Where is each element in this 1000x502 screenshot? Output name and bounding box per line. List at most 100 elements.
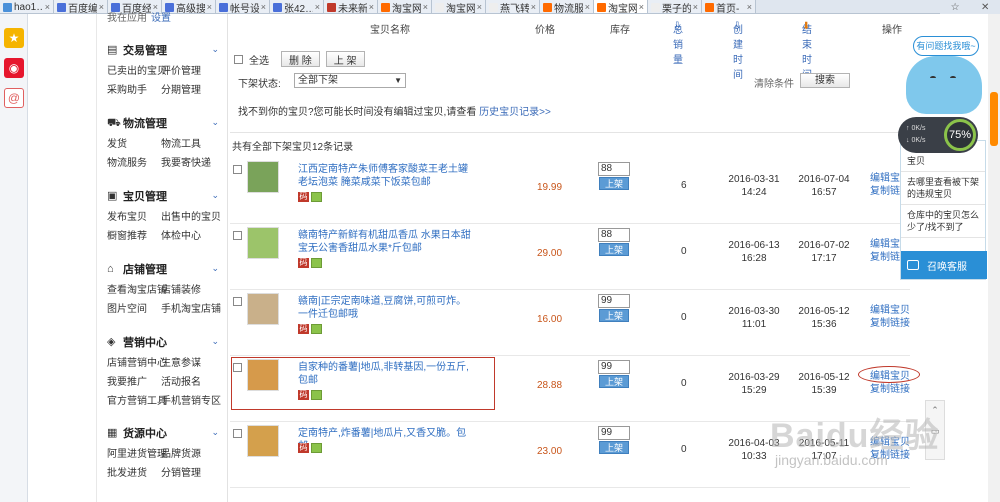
list-item-button[interactable]: 上架 (599, 243, 629, 256)
select-all-checkbox[interactable] (234, 54, 243, 64)
nav-link[interactable]: 体检中心 (161, 227, 231, 242)
nav-link[interactable]: 手机淘宝店铺 (161, 300, 231, 315)
nav-link[interactable]: 图片空间 (107, 300, 161, 315)
product-title[interactable]: 赣南特产新鲜有机甜瓜香瓜 水果日本甜宝无公害香甜瓜水果*斤包邮 (298, 229, 476, 255)
product-title[interactable]: 定南特产,炸番薯|地瓜片,又香又脆。包邮 (298, 427, 476, 453)
tab-close-icon[interactable]: × (531, 2, 536, 12)
tab-close-icon[interactable]: × (99, 2, 104, 12)
stock-input[interactable]: 88 (598, 228, 630, 242)
row-checkbox[interactable] (233, 165, 242, 174)
nav-link[interactable]: 评价管理 (161, 62, 231, 77)
browser-tab[interactable]: hao1…× (0, 0, 54, 13)
nav-link[interactable]: 批发进货 (107, 464, 161, 479)
code-badge-icon[interactable]: 码 (298, 324, 309, 334)
helper-bubble[interactable]: 有问题找我哦~ (913, 36, 979, 56)
nav-link[interactable]: 发布宝贝 (107, 208, 161, 223)
status-select[interactable]: 全部下架 ▼ (294, 73, 406, 88)
nav-link[interactable]: 分期管理 (161, 81, 231, 96)
browser-tab[interactable]: 帐号设 × (216, 0, 270, 13)
tab-close-icon[interactable]: × (315, 2, 320, 12)
nav-link[interactable]: 手机营销专区 (161, 392, 231, 407)
product-title[interactable]: 江西定南特产朱师傅客家酸菜王老土罐老坛泡菜 腌菜咸菜下饭菜包邮 (298, 163, 476, 189)
tab-close-icon[interactable]: × (639, 2, 644, 12)
tab-close-icon[interactable]: × (423, 2, 428, 12)
copy-link-link[interactable]: 复制链接 (870, 317, 930, 330)
nav-group-header[interactable]: ▦ 货源中心 ⌄ (97, 425, 229, 441)
nav-link[interactable]: 分销管理 (161, 464, 231, 479)
edit-badge-icon[interactable] (311, 192, 322, 202)
list-item-button[interactable]: 上架 (599, 441, 629, 454)
stock-input[interactable]: 88 (598, 162, 630, 176)
star-icon[interactable]: ☆ (951, 2, 960, 13)
clear-filter-link[interactable]: 清除条件 (754, 75, 794, 90)
product-thumbnail[interactable] (247, 227, 279, 259)
code-badge-icon[interactable]: 码 (298, 258, 309, 268)
nav-link[interactable]: 品牌货源 (161, 445, 231, 460)
edit-badge-icon[interactable] (311, 443, 322, 453)
nav-link[interactable]: 发货 (107, 135, 161, 150)
tab-close-icon[interactable]: × (45, 2, 50, 12)
nav-link[interactable]: 活动报名 (161, 373, 231, 388)
email-icon[interactable]: @ (4, 88, 24, 108)
nav-link[interactable]: 我要推广 (107, 373, 161, 388)
nav-link[interactable]: 生意参谋 (161, 354, 231, 369)
helper-question[interactable]: 去哪里查看被下架的违规宝贝 (901, 172, 985, 205)
browser-tab[interactable]: 张42… × (270, 0, 324, 13)
row-checkbox[interactable] (233, 429, 242, 438)
chevron-down-icon[interactable]: ⌄ (211, 427, 219, 438)
nav-link[interactable]: 物流服务 (107, 154, 161, 169)
nav-link[interactable]: 店铺装修 (161, 281, 231, 296)
helper-question[interactable]: 仓库中的宝贝怎么少了/找不到了 (901, 205, 985, 238)
helper-question[interactable]: 宝贝 (901, 151, 985, 172)
nav-link[interactable]: 查看淘宝店铺 (107, 281, 167, 296)
browser-tab[interactable]: 淘宝网 × (594, 0, 648, 13)
browser-tab[interactable]: 物流服 × (540, 0, 594, 13)
nav-link[interactable]: 采购助手 (107, 81, 161, 96)
call-service-button[interactable]: 召唤客服 (901, 251, 987, 279)
nav-link[interactable]: 出售中的宝贝 (161, 208, 231, 223)
nav-link[interactable]: 阿里进货管理 (107, 445, 167, 460)
nav-group-header[interactable]: ◈ 营销中心 ⌄ (97, 334, 229, 350)
product-thumbnail[interactable] (247, 161, 279, 193)
stock-input[interactable]: 99 (598, 360, 630, 374)
vertical-scrollbar[interactable] (988, 14, 1000, 502)
edit-badge-icon[interactable] (311, 258, 322, 268)
row-checkbox[interactable] (233, 297, 242, 306)
nav-group-header[interactable]: ▤ 交易管理 ⌄ (97, 42, 229, 58)
row-checkbox[interactable] (233, 231, 242, 240)
tab-close-icon[interactable]: × (477, 2, 482, 12)
nav-group-header[interactable]: ▣ 宝贝管理 ⌄ (97, 188, 229, 204)
edit-item-link[interactable]: 编辑宝贝 (870, 304, 930, 317)
list-item-button[interactable]: 上架 (599, 309, 629, 322)
chevron-down-icon[interactable]: ⌄ (211, 336, 219, 347)
nav-link[interactable]: 橱窗推荐 (107, 227, 161, 242)
tab-close-icon[interactable]: × (585, 2, 590, 12)
product-thumbnail[interactable] (247, 293, 279, 325)
chevron-down-icon[interactable]: ⌄ (211, 117, 219, 128)
speed-widget[interactable]: ↑ 0K/s ↓ 0K/s 75% (898, 117, 978, 153)
search-button[interactable]: 搜索 (800, 73, 850, 88)
nav-top-settings[interactable]: 设置 (151, 13, 171, 24)
list-item-button[interactable]: 上架 (599, 177, 629, 190)
edit-badge-icon[interactable] (311, 324, 322, 334)
history-link[interactable]: 历史宝贝记录>> (479, 107, 551, 118)
chevron-down-icon[interactable]: ⌄ (211, 44, 219, 55)
browser-tab[interactable]: 栗子的 × (648, 0, 702, 13)
browser-tab[interactable]: 高级搜 × (162, 0, 216, 13)
tab-close-icon[interactable]: × (369, 2, 374, 12)
copy-link-link[interactable]: 复制链接 (870, 383, 930, 396)
browser-tab[interactable]: 燕飞转 × (486, 0, 540, 13)
code-badge-icon[interactable]: 码 (298, 443, 309, 453)
list-button[interactable]: 上 架 (325, 51, 365, 67)
nav-link[interactable]: 已卖出的宝贝 (107, 62, 167, 77)
browser-tab[interactable]: 首页- × (702, 0, 756, 13)
chevron-down-icon[interactable]: ⌄ (211, 190, 219, 201)
weibo-icon[interactable]: ◉ (4, 58, 24, 78)
nav-group-header[interactable]: ⌂ 店铺管理 ⌄ (97, 261, 229, 277)
product-thumbnail[interactable] (247, 425, 279, 457)
nav-link[interactable]: 我要寄快递 (161, 154, 231, 169)
stock-input[interactable]: 99 (598, 294, 630, 308)
browser-tab[interactable]: 淘宝网 × (378, 0, 432, 13)
scrollbar-thumb[interactable] (990, 92, 998, 146)
nav-link[interactable]: 店铺营销中心 (107, 354, 167, 369)
